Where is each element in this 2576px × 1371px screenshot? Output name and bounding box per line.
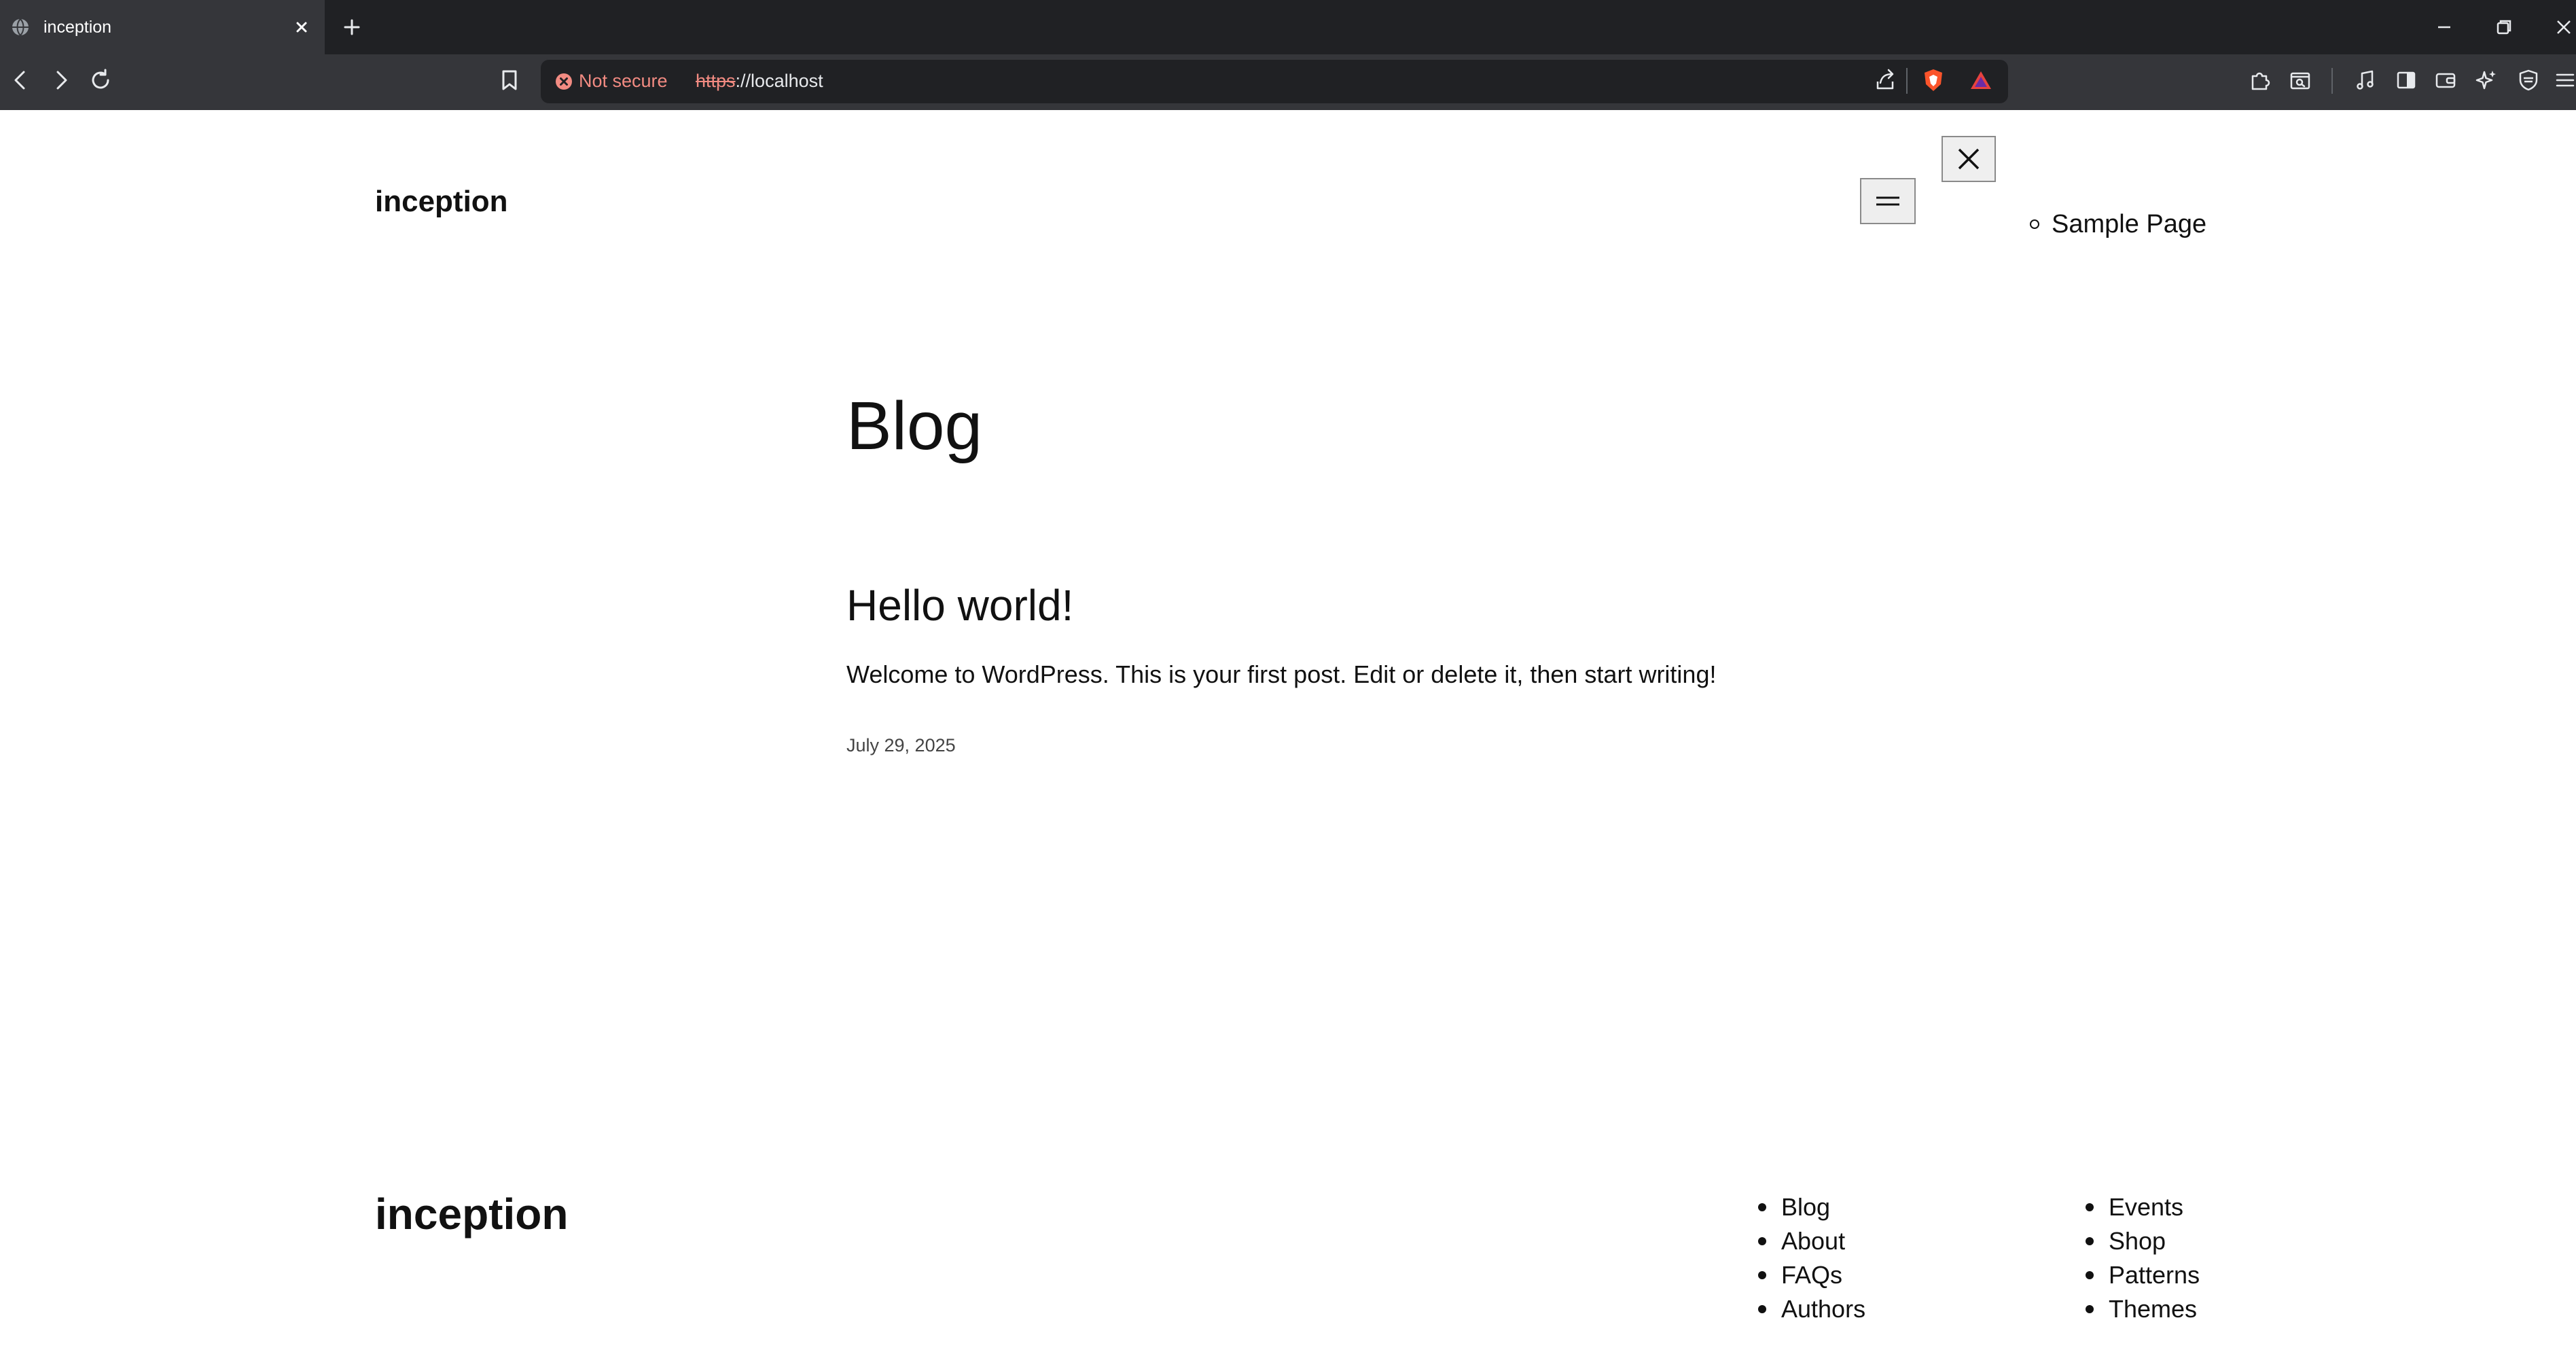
post-date[interactable]: July 29, 2025 — [846, 734, 956, 757]
menu-close-button[interactable] — [1942, 136, 1996, 182]
bookmark-icon[interactable] — [496, 67, 523, 94]
list-bullet — [1758, 1305, 1766, 1313]
brave-shields-icon[interactable] — [1920, 67, 1947, 94]
restore-icon[interactable] — [2492, 15, 2516, 39]
tab-search-icon[interactable] — [2287, 67, 2314, 94]
omnibox-separator — [1906, 68, 1908, 94]
post-excerpt: Welcome to WordPress. This is your first… — [846, 660, 1717, 688]
url-text[interactable]: https://localhost — [696, 70, 823, 92]
page-title: Blog — [846, 388, 983, 464]
list-bullet — [1758, 1271, 1766, 1279]
forward-arrow-icon[interactable] — [48, 67, 75, 94]
leo-ai-icon[interactable] — [2473, 67, 2500, 94]
nav-item-label[interactable]: Sample Page — [2052, 208, 2206, 241]
not-secure-icon[interactable] — [554, 72, 573, 91]
new-tab-icon[interactable] — [340, 15, 364, 39]
footer-link-label[interactable]: Themes — [2109, 1292, 2197, 1326]
list-bullet — [2086, 1237, 2094, 1245]
globe-icon — [12, 18, 29, 36]
footer-link-blog[interactable]: Blog — [1758, 1190, 1865, 1224]
footer-nav-column-1: Blog About FAQs Authors — [1758, 1190, 1865, 1326]
toolbar-separator — [2331, 68, 2333, 94]
list-bullet — [2086, 1305, 2094, 1313]
footer-link-label[interactable]: Authors — [1781, 1292, 1865, 1326]
reload-icon[interactable] — [87, 67, 114, 94]
footer-link-label[interactable]: Events — [2109, 1190, 2183, 1224]
close-window-icon[interactable] — [2552, 15, 2576, 39]
list-bullet — [1758, 1237, 1766, 1245]
footer-link-themes[interactable]: Themes — [2086, 1292, 2200, 1326]
footer-link-label[interactable]: FAQs — [1781, 1258, 1842, 1292]
minimize-icon[interactable] — [2432, 15, 2456, 39]
list-bullet — [2086, 1271, 2094, 1279]
menu-toggle-button[interactable] — [1860, 178, 1916, 224]
tab-title: inception — [43, 18, 112, 37]
list-bullet — [2030, 219, 2039, 229]
brave-rewards-icon[interactable] — [1967, 67, 1994, 94]
url-host: ://localhost — [735, 71, 823, 91]
close-tab-icon[interactable] — [291, 16, 312, 38]
list-bullet — [1758, 1203, 1766, 1211]
tab-strip — [0, 0, 2576, 54]
post-title-link[interactable]: Hello world! — [846, 579, 1073, 632]
sidebar-icon[interactable] — [2393, 67, 2420, 94]
footer-link-patterns[interactable]: Patterns — [2086, 1258, 2200, 1292]
vpn-icon[interactable] — [2515, 67, 2542, 94]
footer-nav-column-2: Events Shop Patterns Themes — [2086, 1190, 2200, 1326]
footer-link-about[interactable]: About — [1758, 1224, 1865, 1258]
extensions-icon[interactable] — [2246, 67, 2273, 94]
list-bullet — [2086, 1203, 2094, 1211]
security-label[interactable]: Not secure — [579, 70, 668, 92]
footer-link-label[interactable]: About — [1781, 1224, 1845, 1258]
menu-icon[interactable] — [2552, 67, 2576, 94]
close-icon — [1958, 148, 1980, 170]
hamburger-icon — [1876, 196, 1899, 206]
footer-site-title[interactable]: inception — [375, 1188, 568, 1241]
footer-link-label[interactable]: Shop — [2109, 1224, 2166, 1258]
site-title[interactable]: inception — [375, 183, 508, 220]
footer-link-label[interactable]: Blog — [1781, 1190, 1830, 1224]
footer-link-label[interactable]: Patterns — [2109, 1258, 2200, 1292]
footer-link-shop[interactable]: Shop — [2086, 1224, 2200, 1258]
footer-link-events[interactable]: Events — [2086, 1190, 2200, 1224]
back-arrow-icon[interactable] — [7, 67, 34, 94]
url-scheme: https — [696, 71, 736, 91]
nav-item-sample-page[interactable]: Sample Page — [2027, 208, 2206, 241]
wallet-icon[interactable] — [2432, 67, 2459, 94]
header-navigation: Sample Page — [2027, 208, 2206, 241]
browser-tab[interactable]: inception — [0, 0, 325, 54]
footer-link-faqs[interactable]: FAQs — [1758, 1258, 1865, 1292]
media-icon[interactable] — [2352, 67, 2379, 94]
share-icon[interactable] — [1872, 67, 1899, 94]
footer-link-authors[interactable]: Authors — [1758, 1292, 1865, 1326]
